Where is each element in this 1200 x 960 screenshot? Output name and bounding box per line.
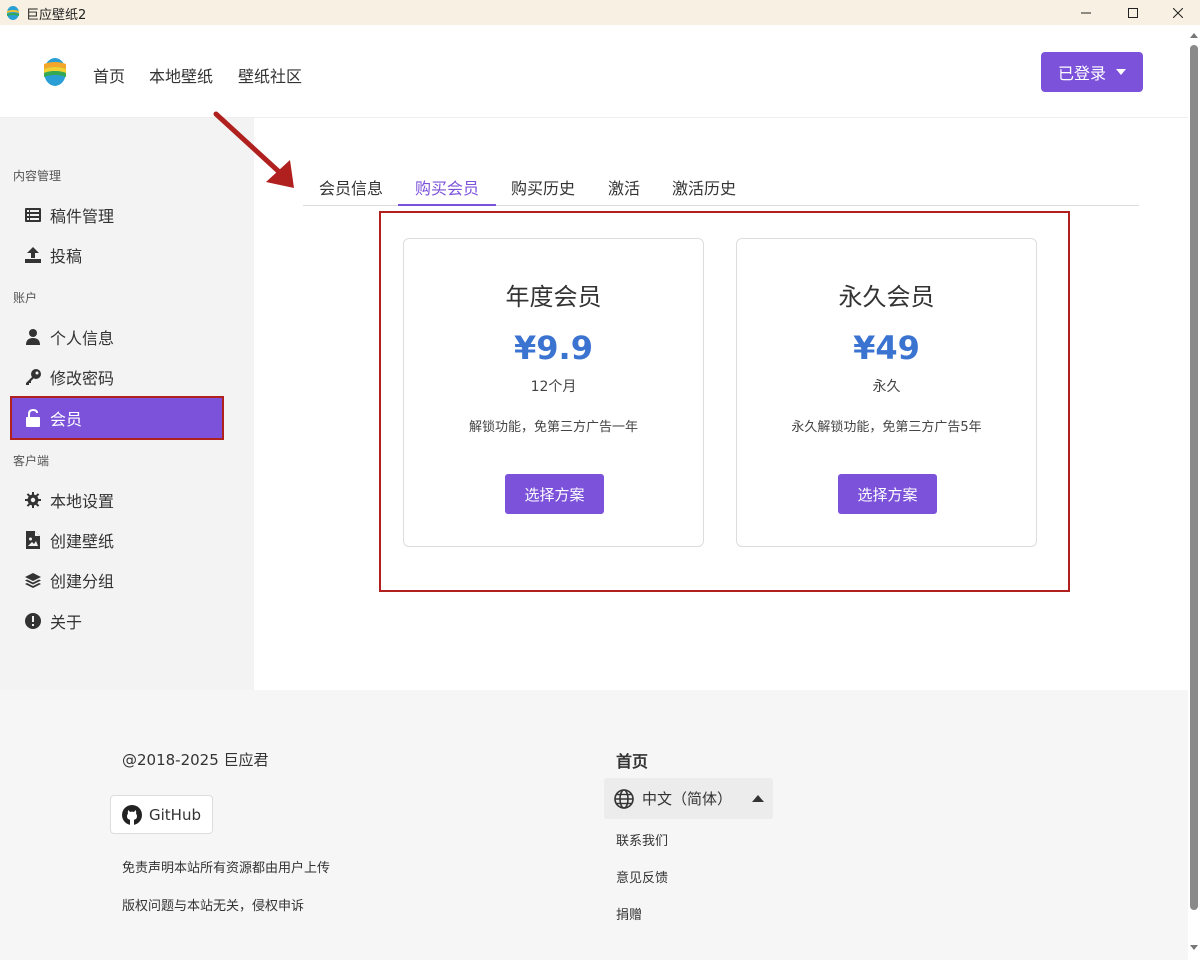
footer-link-donate[interactable]: 捐赠 [616, 904, 642, 923]
plan-card-lifetime: 永久会员 ¥49 永久 永久解锁功能，免第三方广告5年 选择方案 [736, 238, 1037, 547]
sidebar-item-label: 创建壁纸 [50, 532, 115, 551]
sidebar-item-upload[interactable]: 投稿 [12, 235, 222, 275]
sidebar-item-create-wallpaper[interactable]: 创建壁纸 [12, 520, 222, 560]
plan-card-annual: 年度会员 ¥9.9 12个月 解锁功能，免第三方广告一年 选择方案 [403, 238, 704, 547]
footer-link-feedback[interactable]: 意见反馈 [616, 867, 668, 886]
minimize-icon [1081, 12, 1091, 13]
footer-home-link[interactable]: 首页 [616, 748, 648, 772]
copyright-notice-link[interactable]: 版权问题与本站无关，侵权申诉 [122, 895, 304, 914]
sidebar-item-profile[interactable]: 个人信息 [12, 317, 222, 357]
tab-activate[interactable]: 激活 [608, 175, 640, 199]
language-label: 中文（简体） [642, 790, 733, 808]
plan-description: 解锁功能，免第三方广告一年 [468, 420, 638, 435]
sidebar-item-about[interactable]: 关于 [12, 601, 222, 641]
sidebar-item-manuscripts[interactable]: 稿件管理 [12, 195, 222, 235]
window-title: 巨应壁纸2 [26, 8, 87, 23]
tab-activation-history[interactable]: 激活历史 [672, 175, 736, 199]
globe-icon [614, 788, 634, 809]
sidebar-group-account: 账户 [13, 291, 38, 305]
disclaimer-text: 免责声明本站所有资源都由用户上传 [122, 861, 331, 876]
sidebar-item-label: 个人信息 [50, 329, 115, 348]
github-icon [122, 804, 142, 825]
vertical-scrollbar[interactable] [1188, 25, 1200, 960]
copyright-text: @2018-2025 巨应君 [122, 751, 269, 769]
sidebar-item-label: 投稿 [50, 247, 83, 266]
sidebar-item-local-settings[interactable]: 本地设置 [12, 480, 222, 520]
image-file-icon [24, 531, 42, 549]
github-label: GitHub [149, 805, 201, 824]
sidebar-item-membership[interactable]: 会员 [10, 396, 224, 440]
membership-tabs: 会员信息 购买会员 购买历史 激活 激活历史 [303, 165, 1139, 206]
plan-description: 永久解锁功能，免第三方广告5年 [791, 420, 982, 435]
user-icon [24, 328, 42, 346]
nav-local-wallpaper[interactable]: 本地壁纸 [149, 63, 213, 87]
select-plan-button[interactable]: 选择方案 [838, 474, 937, 514]
select-plan-button[interactable]: 选择方案 [505, 474, 604, 514]
close-icon [1173, 7, 1183, 18]
upload-icon [24, 246, 42, 264]
sidebar-item-label: 本地设置 [50, 492, 115, 511]
layers-icon [24, 571, 42, 589]
info-icon [24, 612, 42, 630]
tab-purchase-history[interactable]: 购买历史 [511, 175, 575, 199]
caret-down-icon [1116, 69, 1126, 75]
top-header: 首页 本地壁纸 壁纸社区 已登录 [0, 25, 1188, 118]
brand-logo-icon[interactable] [44, 58, 66, 86]
nav-wallpaper-community[interactable]: 壁纸社区 [238, 63, 302, 87]
maximize-icon [1128, 7, 1138, 18]
sidebar-group-content: 内容管理 [13, 169, 62, 183]
key-icon [24, 368, 42, 386]
unlock-icon [24, 409, 42, 427]
footer: @2018-2025 巨应君 GitHub 免责声明本站所有资源都由用户上传 版… [0, 690, 1188, 960]
sidebar-item-change-password[interactable]: 修改密码 [12, 357, 222, 397]
minimize-button[interactable] [1063, 0, 1109, 25]
logged-in-dropdown-button[interactable]: 已登录 [1041, 52, 1143, 92]
sidebar-item-label: 稿件管理 [50, 207, 115, 226]
app-logo-icon [7, 6, 19, 20]
sidebar: 内容管理 稿件管理 投稿 账户 个人信息 修改密码 会员 客户端 本地设置 创建… [0, 118, 254, 690]
sidebar-item-label: 会员 [50, 410, 83, 429]
sidebar-item-label: 创建分组 [50, 572, 115, 591]
tab-member-info[interactable]: 会员信息 [319, 175, 383, 199]
language-selector[interactable]: 中文（简体） [604, 778, 773, 819]
plan-title: 永久会员 [838, 283, 935, 311]
sidebar-item-label: 关于 [50, 613, 83, 632]
caret-up-icon [752, 795, 765, 802]
scroll-down-icon[interactable] [1190, 945, 1198, 950]
footer-link-contact[interactable]: 联系我们 [616, 830, 668, 849]
github-button[interactable]: GitHub [110, 795, 213, 834]
annotation-arrow [213, 111, 294, 188]
maximize-button[interactable] [1110, 0, 1156, 25]
tab-buy-membership[interactable]: 购买会员 [415, 175, 479, 199]
scroll-thumb[interactable] [1190, 45, 1198, 910]
title-bar: 巨应壁纸2 [0, 0, 1200, 25]
scroll-up-icon[interactable] [1190, 33, 1198, 38]
sidebar-group-client: 客户端 [13, 454, 50, 468]
gear-icon [24, 491, 42, 509]
sidebar-item-label: 修改密码 [50, 369, 115, 388]
close-button[interactable] [1155, 0, 1200, 25]
login-label: 已登录 [1057, 64, 1106, 83]
plan-title: 年度会员 [505, 283, 602, 311]
plan-price: ¥49 [853, 329, 920, 367]
plan-period: 12个月 [530, 379, 577, 395]
plan-price: ¥9.9 [514, 329, 593, 367]
active-tab-indicator [398, 204, 496, 206]
list-icon [24, 206, 42, 224]
nav-home[interactable]: 首页 [93, 63, 125, 87]
plan-period: 永久 [872, 379, 901, 395]
sidebar-item-create-group[interactable]: 创建分组 [12, 560, 222, 600]
